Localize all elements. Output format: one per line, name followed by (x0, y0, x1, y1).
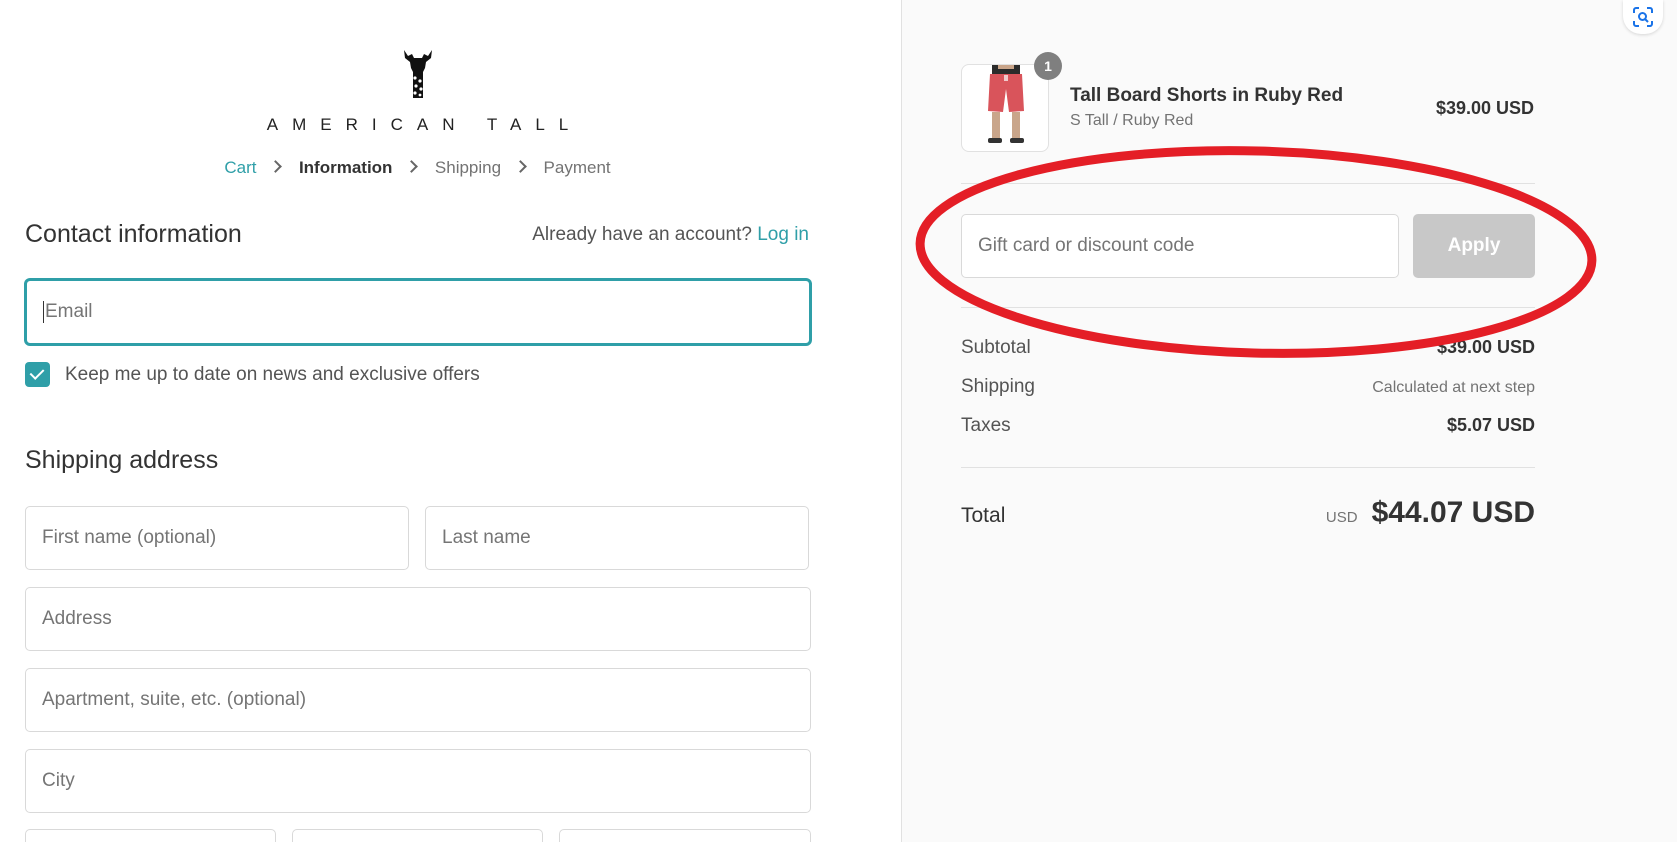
visual-search-icon[interactable] (1623, 0, 1663, 34)
login-link[interactable]: Log in (757, 224, 809, 245)
city-field[interactable] (25, 749, 811, 813)
state-field[interactable] (292, 829, 543, 842)
lens-icon (1633, 7, 1653, 27)
last-name-input[interactable] (442, 527, 808, 549)
text-caret (43, 301, 44, 323)
newsletter-checkbox[interactable] (25, 362, 50, 387)
order-summary: 1 Tall Board Shorts in Ruby Red S Tall /… (901, 0, 1677, 842)
subtotal-row: Subtotal $39.00 USD (961, 337, 1535, 359)
shipping-row: Shipping Calculated at next step (961, 376, 1535, 398)
breadcrumb-payment: Payment (543, 157, 611, 177)
zip-field[interactable] (559, 829, 811, 842)
breadcrumb: Cart Information Shipping Payment (0, 157, 835, 178)
taxes-label: Taxes (961, 415, 1011, 436)
divider (961, 307, 1535, 308)
newsletter-option[interactable]: Keep me up to date on news and exclusive… (25, 362, 480, 387)
country-field[interactable] (25, 829, 276, 842)
giraffe-logo-icon[interactable] (398, 48, 438, 104)
product-thumbnail: 1 (961, 52, 1062, 152)
shipping-label: Shipping (961, 376, 1035, 397)
shipping-title: Shipping address (25, 446, 219, 474)
breadcrumb-information: Information (298, 157, 393, 177)
apartment-input[interactable] (42, 689, 810, 711)
breadcrumb-cart[interactable]: Cart (224, 158, 256, 178)
apply-discount-button[interactable]: Apply (1413, 214, 1535, 278)
address-input[interactable] (42, 608, 810, 630)
subtotal-label: Subtotal (961, 337, 1031, 358)
newsletter-label: Keep me up to date on news and exclusive… (65, 363, 480, 385)
checkout-main: AMERICAN TALL Cart Information Shipping … (0, 0, 901, 842)
chevron-right-icon (269, 160, 283, 173)
chevron-right-icon (405, 160, 419, 173)
product-name: Tall Board Shorts in Ruby Red (1070, 85, 1344, 106)
product-price: $39.00 USD (1435, 98, 1534, 118)
subtotal-value: $39.00 USD (1436, 337, 1535, 357)
divider (961, 183, 1535, 184)
email-field[interactable] (25, 279, 811, 345)
account-prompt: Already have an account? Log in (532, 224, 809, 246)
brand-name: AMERICAN TALL (266, 115, 583, 134)
apartment-field[interactable] (25, 668, 811, 732)
total-label: Total (961, 504, 1006, 527)
discount-field[interactable] (961, 214, 1399, 278)
total-amount: USD $44.07 USD (1326, 496, 1535, 530)
divider (961, 467, 1535, 468)
address-field[interactable] (25, 587, 811, 651)
first-name-field[interactable] (25, 506, 409, 570)
total-value: $44.07 USD (1371, 496, 1535, 529)
quantity-badge: 1 (1034, 52, 1062, 80)
total-row: Total USD $44.07 USD (961, 496, 1535, 530)
last-name-field[interactable] (425, 506, 809, 570)
taxes-value: $5.07 USD (1446, 415, 1535, 435)
account-prompt-text: Already have an account? (532, 224, 752, 245)
total-currency: USD (1325, 509, 1358, 526)
email-input[interactable] (45, 301, 809, 323)
first-name-input[interactable] (42, 527, 408, 549)
checkout-page: AMERICAN TALL Cart Information Shipping … (0, 0, 1677, 842)
discount-input[interactable] (978, 235, 1398, 257)
taxes-row: Taxes $5.07 USD (961, 415, 1535, 437)
city-input[interactable] (42, 770, 810, 792)
product-variant: S Tall / Ruby Red (1070, 112, 1194, 129)
breadcrumb-shipping: Shipping (434, 157, 502, 177)
shipping-value: Calculated at next step (1372, 379, 1535, 396)
chevron-right-icon (513, 160, 527, 173)
board-shorts-image-icon (988, 63, 1024, 143)
contact-title: Contact information (25, 220, 242, 248)
